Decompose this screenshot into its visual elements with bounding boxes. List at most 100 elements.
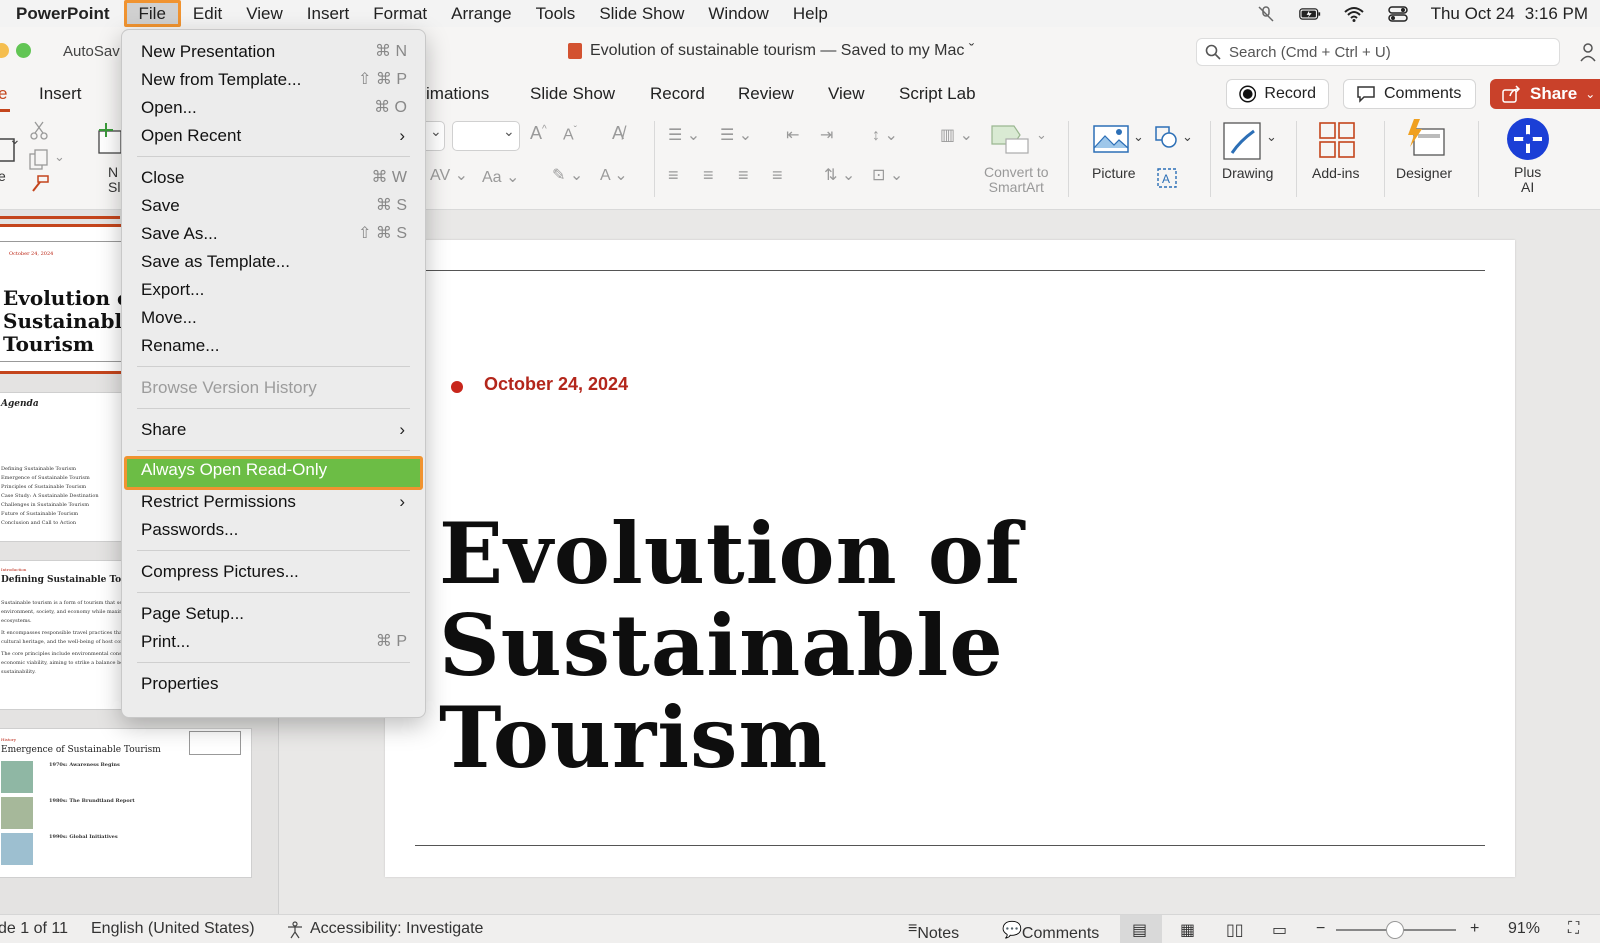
menu-item-open[interactable]: Open... ⌘ O — [126, 94, 421, 121]
current-slide[interactable]: October 24, 2024 Evolution of Sustainabl… — [385, 240, 1515, 877]
share-dropdown-icon[interactable]: ⌄ — [1585, 87, 1595, 101]
menu-item-save-as[interactable]: Save As... ⇧ ⌘ S — [126, 220, 421, 247]
menu-item-rename[interactable]: Rename... — [126, 332, 421, 359]
tab-home[interactable]: e — [0, 84, 7, 104]
menu-slide-show[interactable]: Slide Show — [587, 0, 696, 27]
menu-item-print[interactable]: Print... ⌘ P — [126, 628, 421, 655]
plus-ai-icon[interactable] — [1506, 117, 1550, 161]
menu-item-save[interactable]: Save ⌘ S — [126, 192, 421, 219]
picture-dropdown-icon[interactable]: ⌄ — [1133, 129, 1144, 145]
character-spacing-icon[interactable]: AV ⌄ — [430, 165, 468, 185]
comments-button[interactable]: Comments — [1343, 79, 1476, 109]
align-left-icon[interactable]: ≡ — [668, 165, 679, 186]
picture-icon[interactable] — [1092, 123, 1130, 155]
align-right-icon[interactable]: ≡ — [738, 165, 749, 186]
shapes-dropdown-icon[interactable]: ⌄ — [1182, 129, 1193, 145]
autosave-label[interactable]: AutoSav — [63, 43, 120, 60]
slide-sorter-icon[interactable]: ▦ — [1180, 920, 1195, 940]
menu-arrange[interactable]: Arrange — [439, 0, 523, 27]
fit-to-window-icon[interactable]: ⛶ — [1568, 920, 1579, 938]
menu-item-share[interactable]: Share › — [126, 416, 421, 443]
wifi-icon[interactable] — [1343, 6, 1365, 22]
clock-date[interactable]: Thu Oct 24 — [1431, 4, 1515, 24]
thumb-scroll-bar[interactable] — [0, 216, 120, 219]
menu-item-always-open-read-only[interactable]: Always Open Read-Only — [124, 456, 423, 490]
search-input[interactable]: Search (Cmd + Ctrl + U) — [1196, 38, 1560, 66]
copy-dropdown-icon[interactable]: ⌄ — [54, 149, 65, 165]
tab-view[interactable]: View — [828, 84, 865, 104]
menu-item-page-setup[interactable]: Page Setup... — [126, 600, 421, 627]
justify-icon[interactable]: ≡ — [772, 165, 783, 186]
designer-icon[interactable] — [1404, 117, 1446, 159]
tab-animations[interactable]: imations — [426, 84, 489, 104]
menu-item-close[interactable]: Close ⌘ W — [126, 164, 421, 191]
menu-window[interactable]: Window — [696, 0, 780, 27]
drawing-icon[interactable] — [1222, 121, 1262, 161]
zoom-in-icon[interactable]: + — [1470, 920, 1479, 938]
battery-icon[interactable] — [1298, 6, 1321, 22]
notes-button[interactable]: ≡ Notes — [908, 920, 959, 942]
align-center-icon[interactable]: ≡ — [703, 165, 714, 186]
reading-view-icon[interactable]: ▯▯ — [1226, 920, 1244, 940]
window-zoom-button[interactable] — [16, 43, 31, 58]
line-spacing-icon[interactable]: ↕ ⌄ — [872, 125, 898, 145]
clear-formatting-icon[interactable]: A̸ — [612, 123, 624, 144]
menu-format[interactable]: Format — [361, 0, 439, 27]
smartart-icon[interactable] — [988, 123, 1032, 155]
add-ins-icon[interactable] — [1318, 121, 1356, 159]
increase-font-size-icon[interactable]: A^ — [530, 123, 547, 144]
shapes-icon[interactable] — [1154, 125, 1180, 151]
menu-item-compress-pictures[interactable]: Compress Pictures... — [126, 558, 421, 585]
text-box-icon[interactable]: A — [1156, 167, 1178, 189]
align-text-icon[interactable]: ⊡ ⌄ — [872, 165, 903, 185]
menu-item-properties[interactable]: Properties — [126, 670, 421, 697]
accessibility-status[interactable]: Accessibility: Investigate — [310, 920, 483, 938]
highlighter-icon[interactable]: ✎ ⌄ — [552, 165, 583, 185]
language-indicator[interactable]: English (United States) — [91, 920, 255, 938]
menu-insert[interactable]: Insert — [295, 0, 362, 27]
tab-review[interactable]: Review — [738, 84, 794, 104]
smartart-dropdown-icon[interactable]: ⌄ — [1036, 127, 1047, 143]
menu-item-passwords[interactable]: Passwords... — [126, 516, 421, 543]
menu-tools[interactable]: Tools — [524, 0, 588, 27]
comments-status-button[interactable]: 💬 Comments — [1002, 920, 1099, 942]
increase-indent-icon[interactable]: ⇥ — [820, 125, 833, 145]
share-button[interactable]: Share ⌄ — [1490, 79, 1600, 109]
tab-slide-show[interactable]: Slide Show — [530, 84, 615, 104]
format-painter-icon[interactable] — [30, 175, 50, 193]
collaborators-icon[interactable] — [1580, 41, 1600, 63]
menu-item-open-recent[interactable]: Open Recent › — [126, 122, 421, 149]
font-color-icon[interactable]: A ⌄ — [600, 165, 628, 185]
drawing-dropdown-icon[interactable]: ⌄ — [1266, 129, 1277, 145]
zoom-out-icon[interactable]: − — [1316, 920, 1325, 938]
menu-edit[interactable]: Edit — [181, 0, 234, 27]
menu-item-new-from-template[interactable]: New from Template... ⇧ ⌘ P — [126, 66, 421, 93]
zoom-level[interactable]: 91% — [1508, 920, 1540, 938]
slide-title[interactable]: Evolution of Sustainable Tourism — [439, 508, 1022, 784]
menu-file[interactable]: File — [123, 0, 181, 27]
clock-time[interactable]: 3:16 PM — [1525, 4, 1588, 24]
menu-item-save-as-template[interactable]: Save as Template... — [126, 248, 421, 275]
cut-icon[interactable] — [30, 121, 48, 141]
tab-record[interactable]: Record — [650, 84, 705, 104]
window-minimize-button[interactable] — [0, 43, 9, 58]
columns-icon[interactable]: ▥ ⌄ — [940, 125, 973, 145]
app-name-menu[interactable]: PowerPoint — [16, 4, 110, 24]
bullets-icon[interactable]: ☰ ⌄ — [668, 125, 700, 145]
text-direction-icon[interactable]: ⇅ ⌄ — [824, 165, 855, 185]
record-button[interactable]: Record — [1226, 79, 1329, 109]
font-size-dropdown-icon[interactable]: ⌄ — [503, 123, 515, 140]
paste-dropdown-icon[interactable]: ⌄ — [9, 131, 21, 148]
slide-date[interactable]: October 24, 2024 — [484, 374, 628, 395]
numbering-icon[interactable]: ☰ ⌄ — [720, 125, 752, 145]
zoom-slider-thumb[interactable] — [1386, 921, 1404, 939]
decrease-font-size-icon[interactable]: Aˇ — [563, 125, 577, 144]
tab-script-lab[interactable]: Script Lab — [899, 84, 976, 104]
copy-icon[interactable] — [28, 149, 50, 171]
menu-item-export[interactable]: Export... — [126, 276, 421, 303]
slide-show-view-icon[interactable]: ▭ — [1272, 920, 1287, 940]
change-case-icon[interactable]: Aa ⌄ — [482, 167, 519, 187]
font-name-dropdown-icon[interactable]: ⌄ — [430, 123, 442, 140]
document-title[interactable]: Evolution of sustainable tourism — Saved… — [568, 42, 974, 60]
menu-view[interactable]: View — [234, 0, 295, 27]
